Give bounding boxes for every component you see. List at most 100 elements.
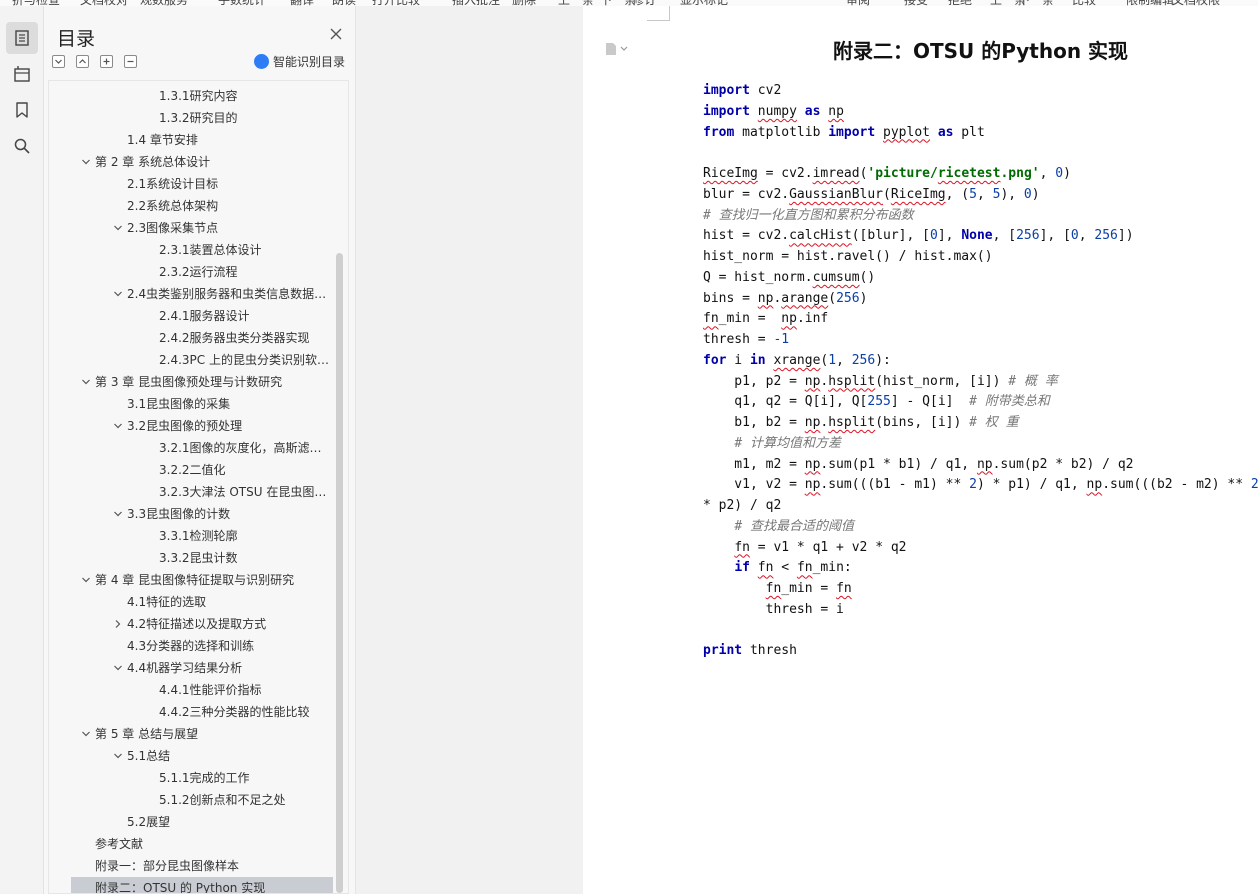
chevron-down-icon[interactable]: [81, 377, 91, 387]
collapse-all-button[interactable]: [76, 55, 89, 68]
toc-item[interactable]: 1.3.2研究目的: [49, 107, 348, 129]
code-line: import cv2: [703, 81, 781, 101]
add-heading-button[interactable]: [100, 55, 113, 68]
code-token: pyplot: [883, 124, 930, 140]
toc-item[interactable]: 5.1.1完成的工作: [49, 767, 348, 789]
toc-item[interactable]: 2.4.2服务器虫类分类器实现: [49, 327, 348, 349]
code-token: , (: [945, 186, 970, 202]
toc-item[interactable]: 附录一：部分昆虫图像样本: [49, 855, 348, 877]
code-token: 0: [930, 228, 938, 244]
toc-item[interactable]: 2.3图像采集节点: [49, 217, 348, 239]
chevron-down-icon[interactable]: [113, 223, 123, 233]
code-token: numpy: [757, 103, 797, 119]
toc-item-label: 4.1特征的选取: [127, 595, 207, 609]
code-line: m1, m2 = np.sum(p1 * b1) / q1, np.sum(p2…: [703, 455, 1133, 475]
toc-item[interactable]: 3.2昆虫图像的预处理: [49, 415, 348, 437]
toc-item[interactable]: 3.3.2昆虫计数: [49, 547, 348, 569]
smart-toc-button[interactable]: 智能识别目录: [254, 53, 345, 70]
toc-item[interactable]: 第 2 章 系统总体设计: [49, 151, 348, 173]
chevron-down-icon[interactable]: [113, 289, 123, 299]
toc-item-label: 3.3.2昆虫计数: [159, 551, 238, 565]
toc-item[interactable]: 参考文献: [49, 833, 348, 855]
toc-item-label: 2.4.2服务器虫类分类器实现: [159, 331, 310, 345]
remove-heading-button[interactable]: [124, 55, 137, 68]
chevron-down-icon[interactable]: [113, 509, 123, 519]
chevron-down-icon[interactable]: [81, 157, 91, 167]
toc-item[interactable]: 1.3.1研究内容: [49, 85, 348, 107]
chevron-down-icon[interactable]: [81, 575, 91, 585]
chevron-up-icon: [79, 59, 86, 64]
code-token: .png': [1000, 166, 1040, 181]
code-token: 5: [969, 186, 977, 202]
toc-item[interactable]: 1.4 章节安排: [49, 129, 348, 151]
toc-item[interactable]: 2.4.3PC 上的昆虫分类识别软…: [49, 349, 348, 371]
code-line: RiceImg = cv2.imread('picture/ricetest.p…: [703, 164, 1071, 184]
toc-item[interactable]: 4.4.1性能评价指标: [49, 679, 348, 701]
code-token: import: [703, 83, 750, 98]
code-token: ,: [836, 352, 852, 368]
toc-item[interactable]: 3.3昆虫图像的计数: [49, 503, 348, 525]
chevron-down-icon[interactable]: [113, 751, 123, 761]
code-token: as: [937, 124, 954, 140]
toc-item[interactable]: 4.4机器学习结果分析: [49, 657, 348, 679]
toc-item[interactable]: 4.4.2三种分类器的性能比较: [49, 701, 348, 723]
code-token: .inf: [796, 311, 829, 327]
chevron-down-icon[interactable]: [113, 421, 123, 431]
toc-list: 1.3.1研究内容 1.3.2研究目的 1.4 章节安排第 2 章 系统总体设计 2.…: [48, 80, 349, 894]
code-token: 'picture/: [867, 166, 938, 181]
toc-item[interactable]: 2.3.1装置总体设计: [49, 239, 348, 261]
toc-item[interactable]: 4.3分类器的选择和训练: [49, 635, 348, 657]
toc-item[interactable]: 5.2展望: [49, 811, 348, 833]
toc-item[interactable]: 2.2系统总体架构: [49, 195, 348, 217]
chevron-down-icon[interactable]: [81, 729, 91, 739]
toc-item-label: 5.1总结: [127, 749, 171, 763]
chevron-right-icon[interactable]: [113, 619, 123, 629]
toc-item-label: 参考文献: [95, 837, 144, 851]
toc-item[interactable]: 第 3 章 昆虫图像预处理与计数研究: [49, 371, 348, 393]
code-token: hsplit: [828, 373, 876, 389]
toc-item[interactable]: 2.4虫类鉴别服务器和虫类信息数据…: [49, 283, 348, 305]
toc-item[interactable]: 3.2.1图像的灰度化，高斯滤…: [49, 437, 348, 459]
toc-item[interactable]: 第 4 章 昆虫图像特征提取与识别研究: [49, 569, 348, 591]
code-token: xrange: [773, 352, 821, 368]
page-corner-mark: [647, 20, 669, 21]
toc-item[interactable]: 3.2.2二值化: [49, 459, 348, 481]
code-token: print: [703, 643, 743, 659]
toc-item[interactable]: 2.1系统设计目标: [49, 173, 348, 195]
code-token: None: [961, 228, 993, 244]
code-token: as: [804, 103, 821, 119]
toc-item[interactable]: 4.2特征描述以及提取方式: [49, 613, 348, 635]
close-icon[interactable]: [328, 26, 344, 42]
search-panel-button[interactable]: [6, 130, 38, 162]
toc-item[interactable]: 2.3.2运行流程: [49, 261, 348, 283]
appendix-title: 附录二：OTSU 的Python 实现: [832, 39, 1129, 63]
toc-panel-button[interactable]: [6, 22, 38, 54]
toc-item[interactable]: 5.1总结: [49, 745, 348, 767]
expand-all-button[interactable]: [52, 55, 65, 68]
toc-item[interactable]: 第 5 章 总结与展望: [49, 723, 348, 745]
navigation-panel-button[interactable]: [6, 58, 38, 90]
toc-item-label: 4.4机器学习结果分析: [127, 661, 243, 675]
code-token: calcHist: [789, 228, 852, 244]
toc-item[interactable]: 3.3.1检测轮廓: [49, 525, 348, 547]
toc-item[interactable]: 附录二：OTSU 的 Python 实现: [71, 877, 333, 893]
code-token: fn: [734, 539, 750, 555]
code-token: ): [1063, 166, 1071, 181]
code-token: , [: [992, 228, 1017, 244]
toc-item[interactable]: 3.2.3大津法 OTSU 在昆虫图…: [49, 481, 348, 503]
code-line: fn_min = fn: [703, 579, 852, 599]
code-token: (hist_norm, [i]): [875, 373, 1009, 389]
chevron-down-icon[interactable]: [113, 663, 123, 673]
toc-item[interactable]: 2.4.1服务器设计: [49, 305, 348, 327]
code-token: ,: [1039, 166, 1056, 181]
toc-item[interactable]: 4.1特征的选取: [49, 591, 348, 613]
toc-item-label: 4.2特征描述以及提取方式: [127, 617, 267, 631]
code-token: 256: [1016, 228, 1040, 244]
toc-item[interactable]: 3.1昆虫图像的采集: [49, 393, 348, 415]
toc-item[interactable]: 5.1.2创新点和不足之处: [49, 789, 348, 811]
code-token: import: [703, 103, 750, 119]
bookmark-panel-button[interactable]: [6, 94, 38, 126]
